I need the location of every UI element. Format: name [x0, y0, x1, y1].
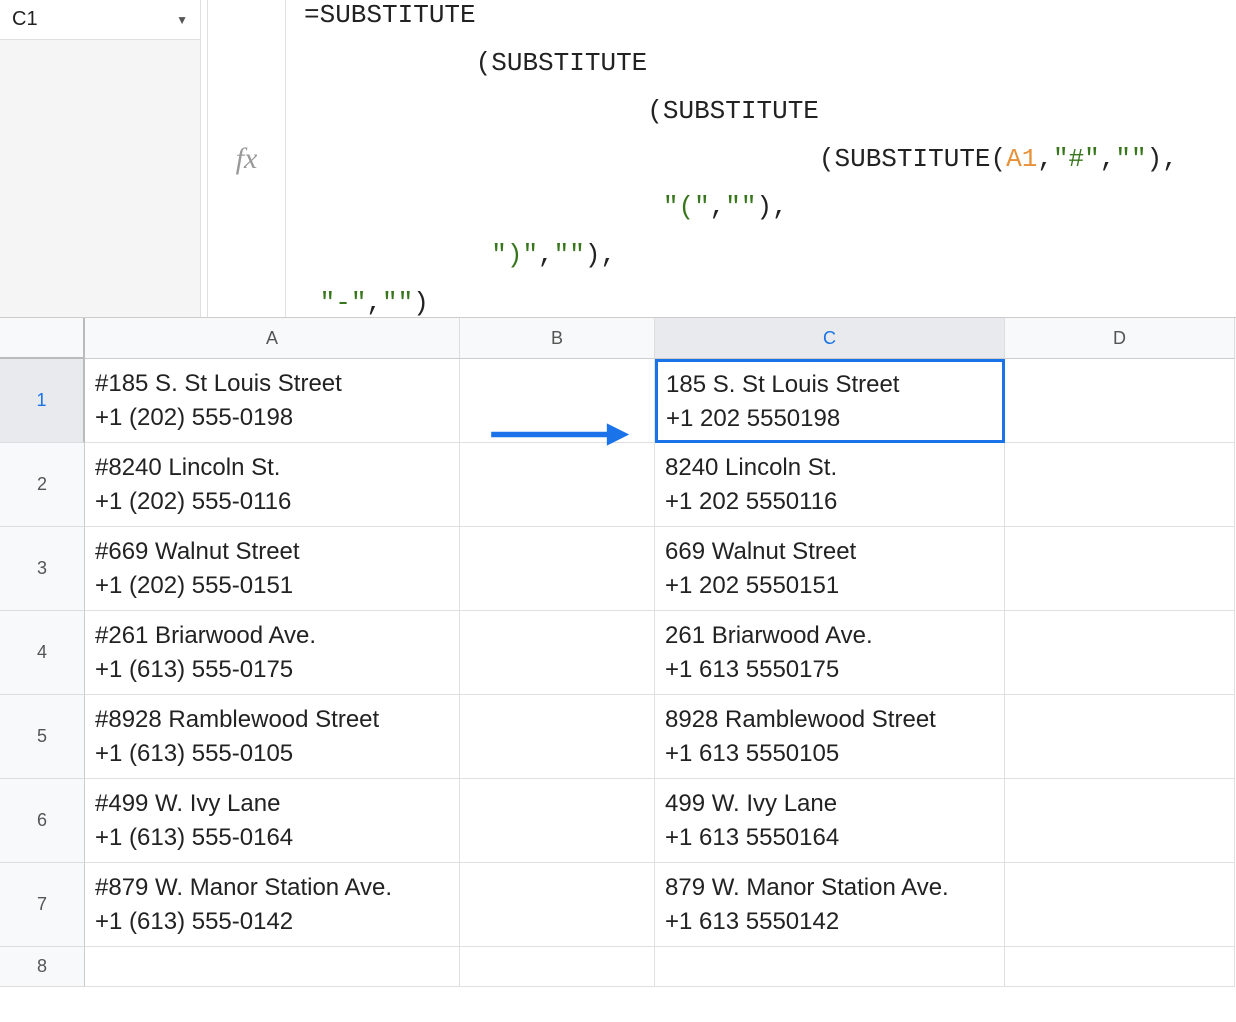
table-row: 7 #879 W. Manor Station Ave. +1 (613) 55… [0, 863, 1236, 947]
table-row: 6 #499 W. Ivy Lane +1 (613) 555-0164 499… [0, 779, 1236, 863]
column-header-C[interactable]: C [655, 318, 1005, 359]
spreadsheet-grid: A B C D 1 #185 S. St Louis Street +1 (20… [0, 318, 1236, 987]
table-row: 4 #261 Briarwood Ave. +1 (613) 555-0175 … [0, 611, 1236, 695]
cell-B2[interactable] [460, 443, 655, 527]
cell-C5[interactable]: 8928 Ramblewood Street +1 613 5550105 [655, 695, 1005, 779]
row-header-2[interactable]: 2 [0, 443, 85, 527]
cell-A5[interactable]: #8928 Ramblewood Street +1 (613) 555-010… [85, 695, 460, 779]
row-header-4[interactable]: 4 [0, 611, 85, 695]
cell-D3[interactable] [1005, 527, 1235, 611]
cell-A2[interactable]: #8240 Lincoln St. +1 (202) 555-0116 [85, 443, 460, 527]
cell-B4[interactable] [460, 611, 655, 695]
name-box-area: C1 ▼ [0, 0, 200, 317]
row-header-6[interactable]: 6 [0, 779, 85, 863]
name-box-dropdown-icon[interactable]: ▼ [176, 13, 188, 27]
formula-bar[interactable]: =SUBSTITUTE (SUBSTITUTE (SUBSTITUTE (SUB… [286, 0, 1236, 339]
cell-D7[interactable] [1005, 863, 1235, 947]
cell-C8[interactable] [655, 947, 1005, 987]
column-header-A[interactable]: A [85, 318, 460, 359]
cell-D2[interactable] [1005, 443, 1235, 527]
cell-A7[interactable]: #879 W. Manor Station Ave. +1 (613) 555-… [85, 863, 460, 947]
formula-bar-area: C1 ▼ fx =SUBSTITUTE (SUBSTITUTE (SUBSTIT… [0, 0, 1236, 318]
cell-A4[interactable]: #261 Briarwood Ave. +1 (613) 555-0175 [85, 611, 460, 695]
cell-D4[interactable] [1005, 611, 1235, 695]
cell-D6[interactable] [1005, 779, 1235, 863]
table-row: 1 #185 S. St Louis Street +1 (202) 555-0… [0, 359, 1236, 443]
cell-C7[interactable]: 879 W. Manor Station Ave. +1 613 5550142 [655, 863, 1005, 947]
table-row: 5 #8928 Ramblewood Street +1 (613) 555-0… [0, 695, 1236, 779]
cell-B7[interactable] [460, 863, 655, 947]
cell-A3[interactable]: #669 Walnut Street +1 (202) 555-0151 [85, 527, 460, 611]
cell-A6[interactable]: #499 W. Ivy Lane +1 (613) 555-0164 [85, 779, 460, 863]
row-header-7[interactable]: 7 [0, 863, 85, 947]
column-header-B[interactable]: B [460, 318, 655, 359]
row-header-3[interactable]: 3 [0, 527, 85, 611]
cell-B5[interactable] [460, 695, 655, 779]
cell-C4[interactable]: 261 Briarwood Ave. +1 613 5550175 [655, 611, 1005, 695]
column-headers: A B C D [0, 318, 1236, 359]
cell-D5[interactable] [1005, 695, 1235, 779]
row-header-1[interactable]: 1 [0, 359, 85, 443]
name-box[interactable]: C1 ▼ [0, 0, 200, 40]
cell-D8[interactable] [1005, 947, 1235, 987]
row-header-8[interactable]: 8 [0, 947, 85, 987]
cell-C1[interactable]: 185 S. St Louis Street +1 202 5550198 [655, 359, 1005, 443]
column-header-D[interactable]: D [1005, 318, 1235, 359]
fx-icon: fx [208, 0, 286, 317]
data-rows: 1 #185 S. St Louis Street +1 (202) 555-0… [0, 359, 1236, 987]
row-header-5[interactable]: 5 [0, 695, 85, 779]
cell-C3[interactable]: 669 Walnut Street +1 202 5550151 [655, 527, 1005, 611]
cell-B8[interactable] [460, 947, 655, 987]
cell-C2[interactable]: 8240 Lincoln St. +1 202 5550116 [655, 443, 1005, 527]
cell-B6[interactable] [460, 779, 655, 863]
cell-C6[interactable]: 499 W. Ivy Lane +1 613 5550164 [655, 779, 1005, 863]
divider [200, 0, 208, 317]
name-box-filler [0, 40, 200, 317]
formula-text: =SUBSTITUTE (SUBSTITUTE (SUBSTITUTE (SUB… [304, 0, 1178, 318]
table-row: 2 #8240 Lincoln St. +1 (202) 555-0116 82… [0, 443, 1236, 527]
cell-A8[interactable] [85, 947, 460, 987]
table-row: 8 [0, 947, 1236, 987]
name-box-value: C1 [12, 8, 38, 31]
table-row: 3 #669 Walnut Street +1 (202) 555-0151 6… [0, 527, 1236, 611]
select-all-corner[interactable] [0, 318, 85, 359]
fx-area: fx =SUBSTITUTE (SUBSTITUTE (SUBSTITUTE (… [208, 0, 1236, 317]
cell-B3[interactable] [460, 527, 655, 611]
cell-A1[interactable]: #185 S. St Louis Street +1 (202) 555-019… [85, 359, 460, 443]
cell-B1[interactable] [460, 359, 655, 443]
cell-D1[interactable] [1005, 359, 1235, 443]
